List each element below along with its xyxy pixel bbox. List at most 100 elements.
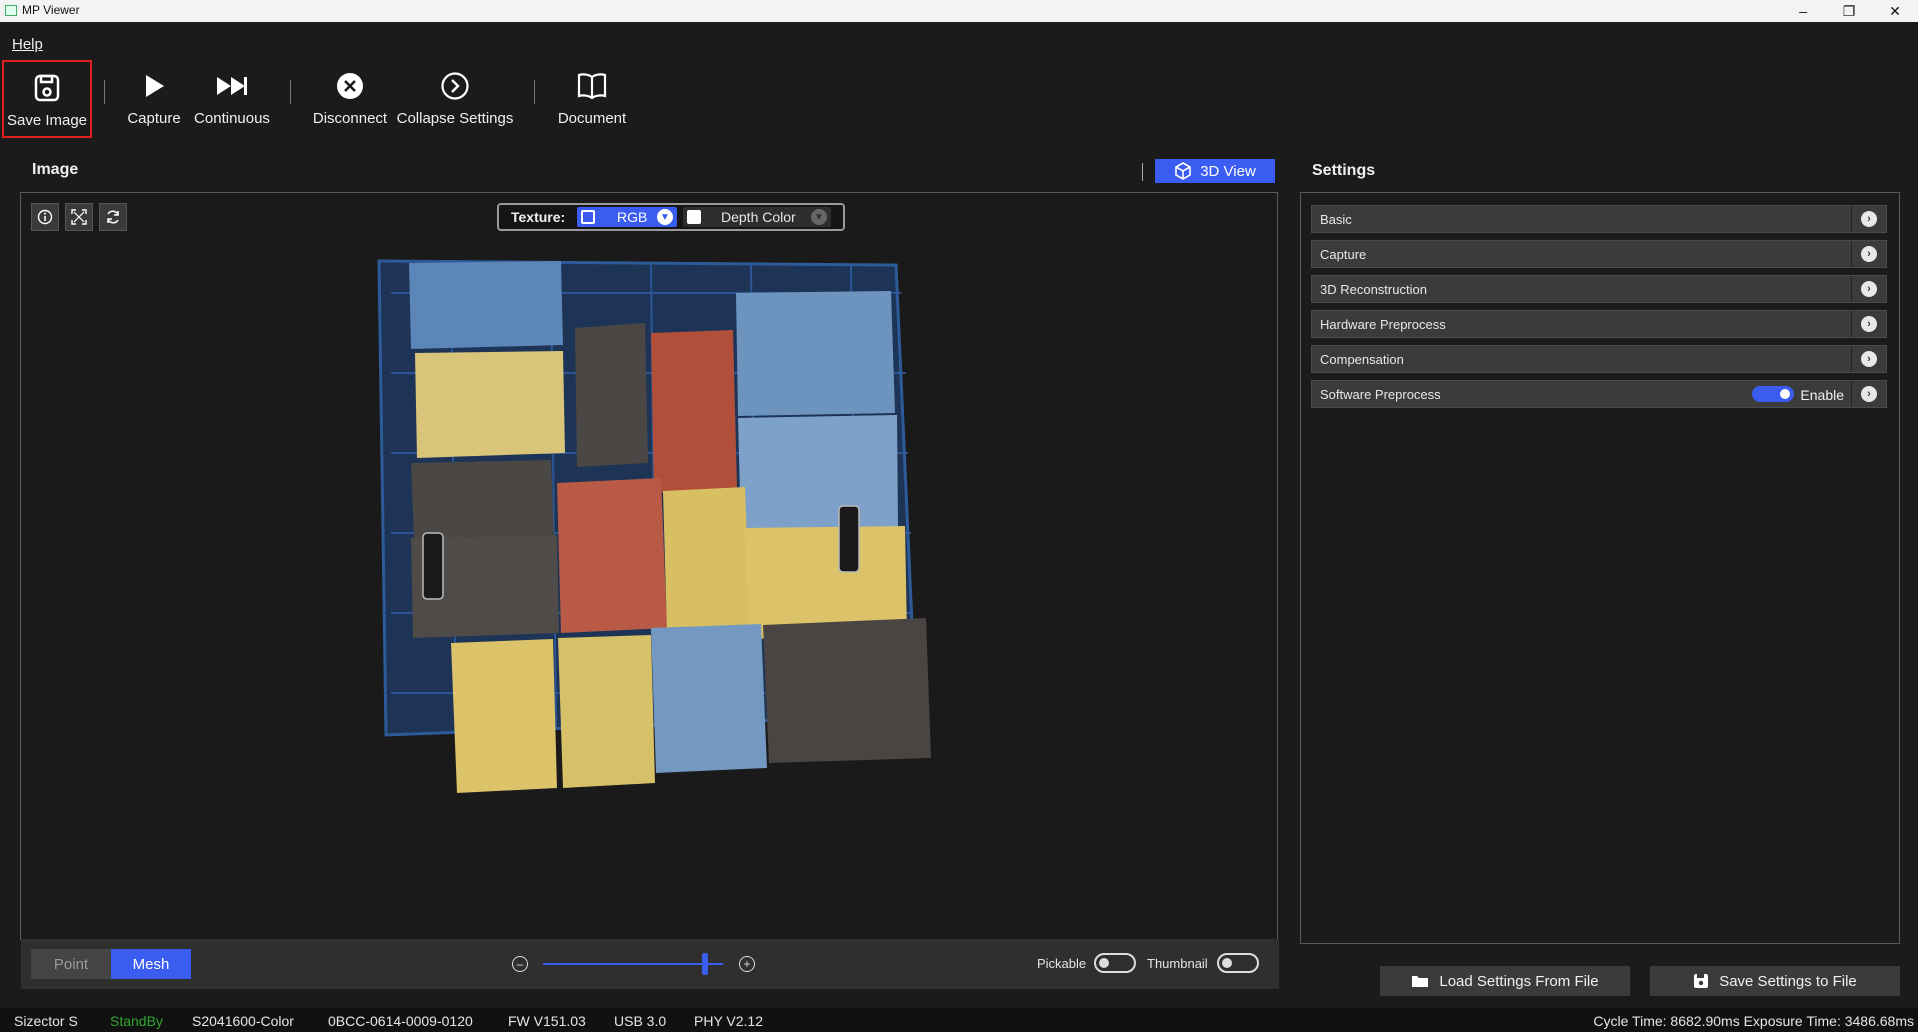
device-state: StandBy [110, 1013, 163, 1029]
maximize-button[interactable]: ❐ [1826, 0, 1872, 22]
menu-help[interactable]: Help [12, 36, 43, 53]
settings-row-label: 3D Reconstruction [1320, 282, 1427, 297]
expand-button[interactable]: › [1851, 381, 1886, 407]
info-button[interactable] [31, 203, 59, 231]
settings-row-label: Hardware Preprocess [1320, 317, 1446, 332]
enable-label: Enable [1800, 387, 1844, 403]
load-settings-label: Load Settings From File [1439, 972, 1599, 990]
reset-view-button[interactable] [99, 203, 127, 231]
settings-row-hardware-preprocess[interactable]: Hardware Preprocess › [1311, 310, 1887, 338]
disconnect-button[interactable]: Disconnect [310, 60, 390, 138]
3d-view-button[interactable]: 3D View [1155, 159, 1275, 183]
texture-depth-combo[interactable]: Depth Color ▼ [683, 207, 831, 227]
settings-row-basic[interactable]: Basic › [1311, 205, 1887, 233]
zoom-slider[interactable] [543, 963, 723, 965]
device-id: 0BCC-0614-0009-0120 [328, 1013, 473, 1029]
toolbar: Save Image Capture Continuous Disconnect… [0, 60, 1918, 140]
image-viewport[interactable]: Texture: RGB ▼ Depth Color ▼ Point Mesh … [20, 192, 1279, 989]
image-section-title: Image [32, 161, 79, 178]
3d-view-label: 3D View [1200, 162, 1256, 180]
save-image-button[interactable]: Save Image [2, 60, 92, 138]
usb-version: USB 3.0 [614, 1013, 667, 1029]
settings-row-software-preprocess[interactable]: Software Preprocess Enable › [1311, 380, 1887, 408]
minimize-button[interactable]: – [1780, 0, 1826, 22]
device-serial: S2041600-Color [192, 1013, 294, 1029]
chevron-right-circle-icon [437, 68, 473, 104]
thumbnail-toggle[interactable] [1217, 953, 1259, 973]
close-button[interactable]: ✕ [1872, 0, 1918, 22]
settings-row-compensation[interactable]: Compensation › [1311, 345, 1887, 373]
settings-row-3d-reconstruction[interactable]: 3D Reconstruction › [1311, 275, 1887, 303]
expand-button[interactable]: › [1851, 346, 1886, 372]
title-bar: MP Viewer – ❐ ✕ [0, 0, 1918, 22]
zoom-slider-handle[interactable] [702, 953, 708, 975]
mesh-mode-button[interactable]: Mesh [111, 949, 191, 979]
settings-row-capture[interactable]: Capture › [1311, 240, 1887, 268]
load-settings-button[interactable]: Load Settings From File [1380, 966, 1630, 996]
menu-bar: Help [0, 22, 1918, 60]
window-title: MP Viewer [22, 3, 80, 17]
save-icon [1694, 974, 1709, 988]
continuous-button[interactable]: Continuous [190, 60, 274, 138]
chevron-down-icon: ▼ [657, 209, 673, 225]
chevron-down-icon: ▼ [811, 209, 827, 225]
point-cloud-render [377, 259, 931, 793]
settings-row-label: Basic [1320, 212, 1352, 227]
document-label: Document [557, 110, 627, 127]
capture-label: Capture [127, 110, 181, 127]
texture-selector: Texture: RGB ▼ Depth Color ▼ [497, 203, 845, 231]
point-mode-button[interactable]: Point [31, 949, 111, 979]
folder-icon [1412, 976, 1429, 987]
rgb-checkbox[interactable] [581, 210, 595, 224]
depth-color-label: Depth Color [721, 209, 796, 225]
zoom-in-icon[interactable]: + [739, 956, 755, 972]
chevron-right-icon: › [1861, 351, 1877, 367]
texture-rgb-combo[interactable]: RGB ▼ [577, 207, 677, 227]
document-button[interactable]: Document [552, 60, 632, 138]
toolbar-separator [534, 80, 535, 104]
depth-color-checkbox[interactable] [687, 210, 701, 224]
chevron-right-icon: › [1861, 316, 1877, 332]
save-icon [29, 70, 65, 106]
viewport-controls: Point Mesh – + Pickable Thumbnail [21, 939, 1279, 989]
save-settings-button[interactable]: Save Settings to File [1650, 966, 1900, 996]
continuous-label: Continuous [194, 110, 270, 127]
phy-version: PHY V2.12 [694, 1013, 764, 1029]
device-model: Sizector S [14, 1013, 78, 1029]
expand-button[interactable]: › [1851, 241, 1886, 267]
capture-button[interactable]: Capture [122, 60, 186, 138]
enable-toggle[interactable] [1752, 386, 1794, 402]
thumbnail-label: Thumbnail [1147, 956, 1208, 971]
expand-button[interactable]: › [1851, 206, 1886, 232]
fast-forward-icon [214, 68, 250, 104]
pickable-label: Pickable [1037, 956, 1087, 971]
settings-row-label: Capture [1320, 247, 1367, 262]
chevron-right-icon: › [1861, 211, 1877, 227]
status-bar: Sizector S StandBy S2041600-Color 0BCC-0… [0, 1008, 1918, 1032]
texture-label: Texture: [511, 209, 566, 225]
chevron-right-icon: › [1861, 386, 1877, 402]
settings-panel: Basic › Capture › 3D Reconstruction › Ha… [1300, 192, 1900, 944]
collapse-settings-label: Collapse Settings [396, 110, 514, 127]
fit-view-button[interactable] [65, 203, 93, 231]
play-icon [136, 68, 172, 104]
save-image-label: Save Image [6, 112, 88, 129]
save-settings-label: Save Settings to File [1719, 972, 1857, 990]
firmware-version: FW V151.03 [508, 1013, 586, 1029]
expand-icon [71, 209, 87, 225]
rgb-label: RGB [617, 209, 648, 225]
pickable-toggle[interactable] [1094, 953, 1136, 973]
info-icon [37, 209, 53, 225]
chevron-right-icon: › [1861, 281, 1877, 297]
expand-button[interactable]: › [1851, 276, 1886, 302]
book-icon [574, 68, 610, 104]
zoom-out-icon[interactable]: – [512, 956, 528, 972]
expand-button[interactable]: › [1851, 311, 1886, 337]
app-icon [5, 5, 17, 16]
collapse-settings-button[interactable]: Collapse Settings [396, 60, 514, 138]
refresh-icon [107, 210, 119, 224]
disconnect-icon [332, 68, 368, 104]
disconnect-label: Disconnect [312, 110, 388, 127]
cube-icon [1175, 162, 1192, 180]
timing-info: Cycle Time: 8682.90ms Exposure Time: 348… [1593, 1013, 1914, 1029]
